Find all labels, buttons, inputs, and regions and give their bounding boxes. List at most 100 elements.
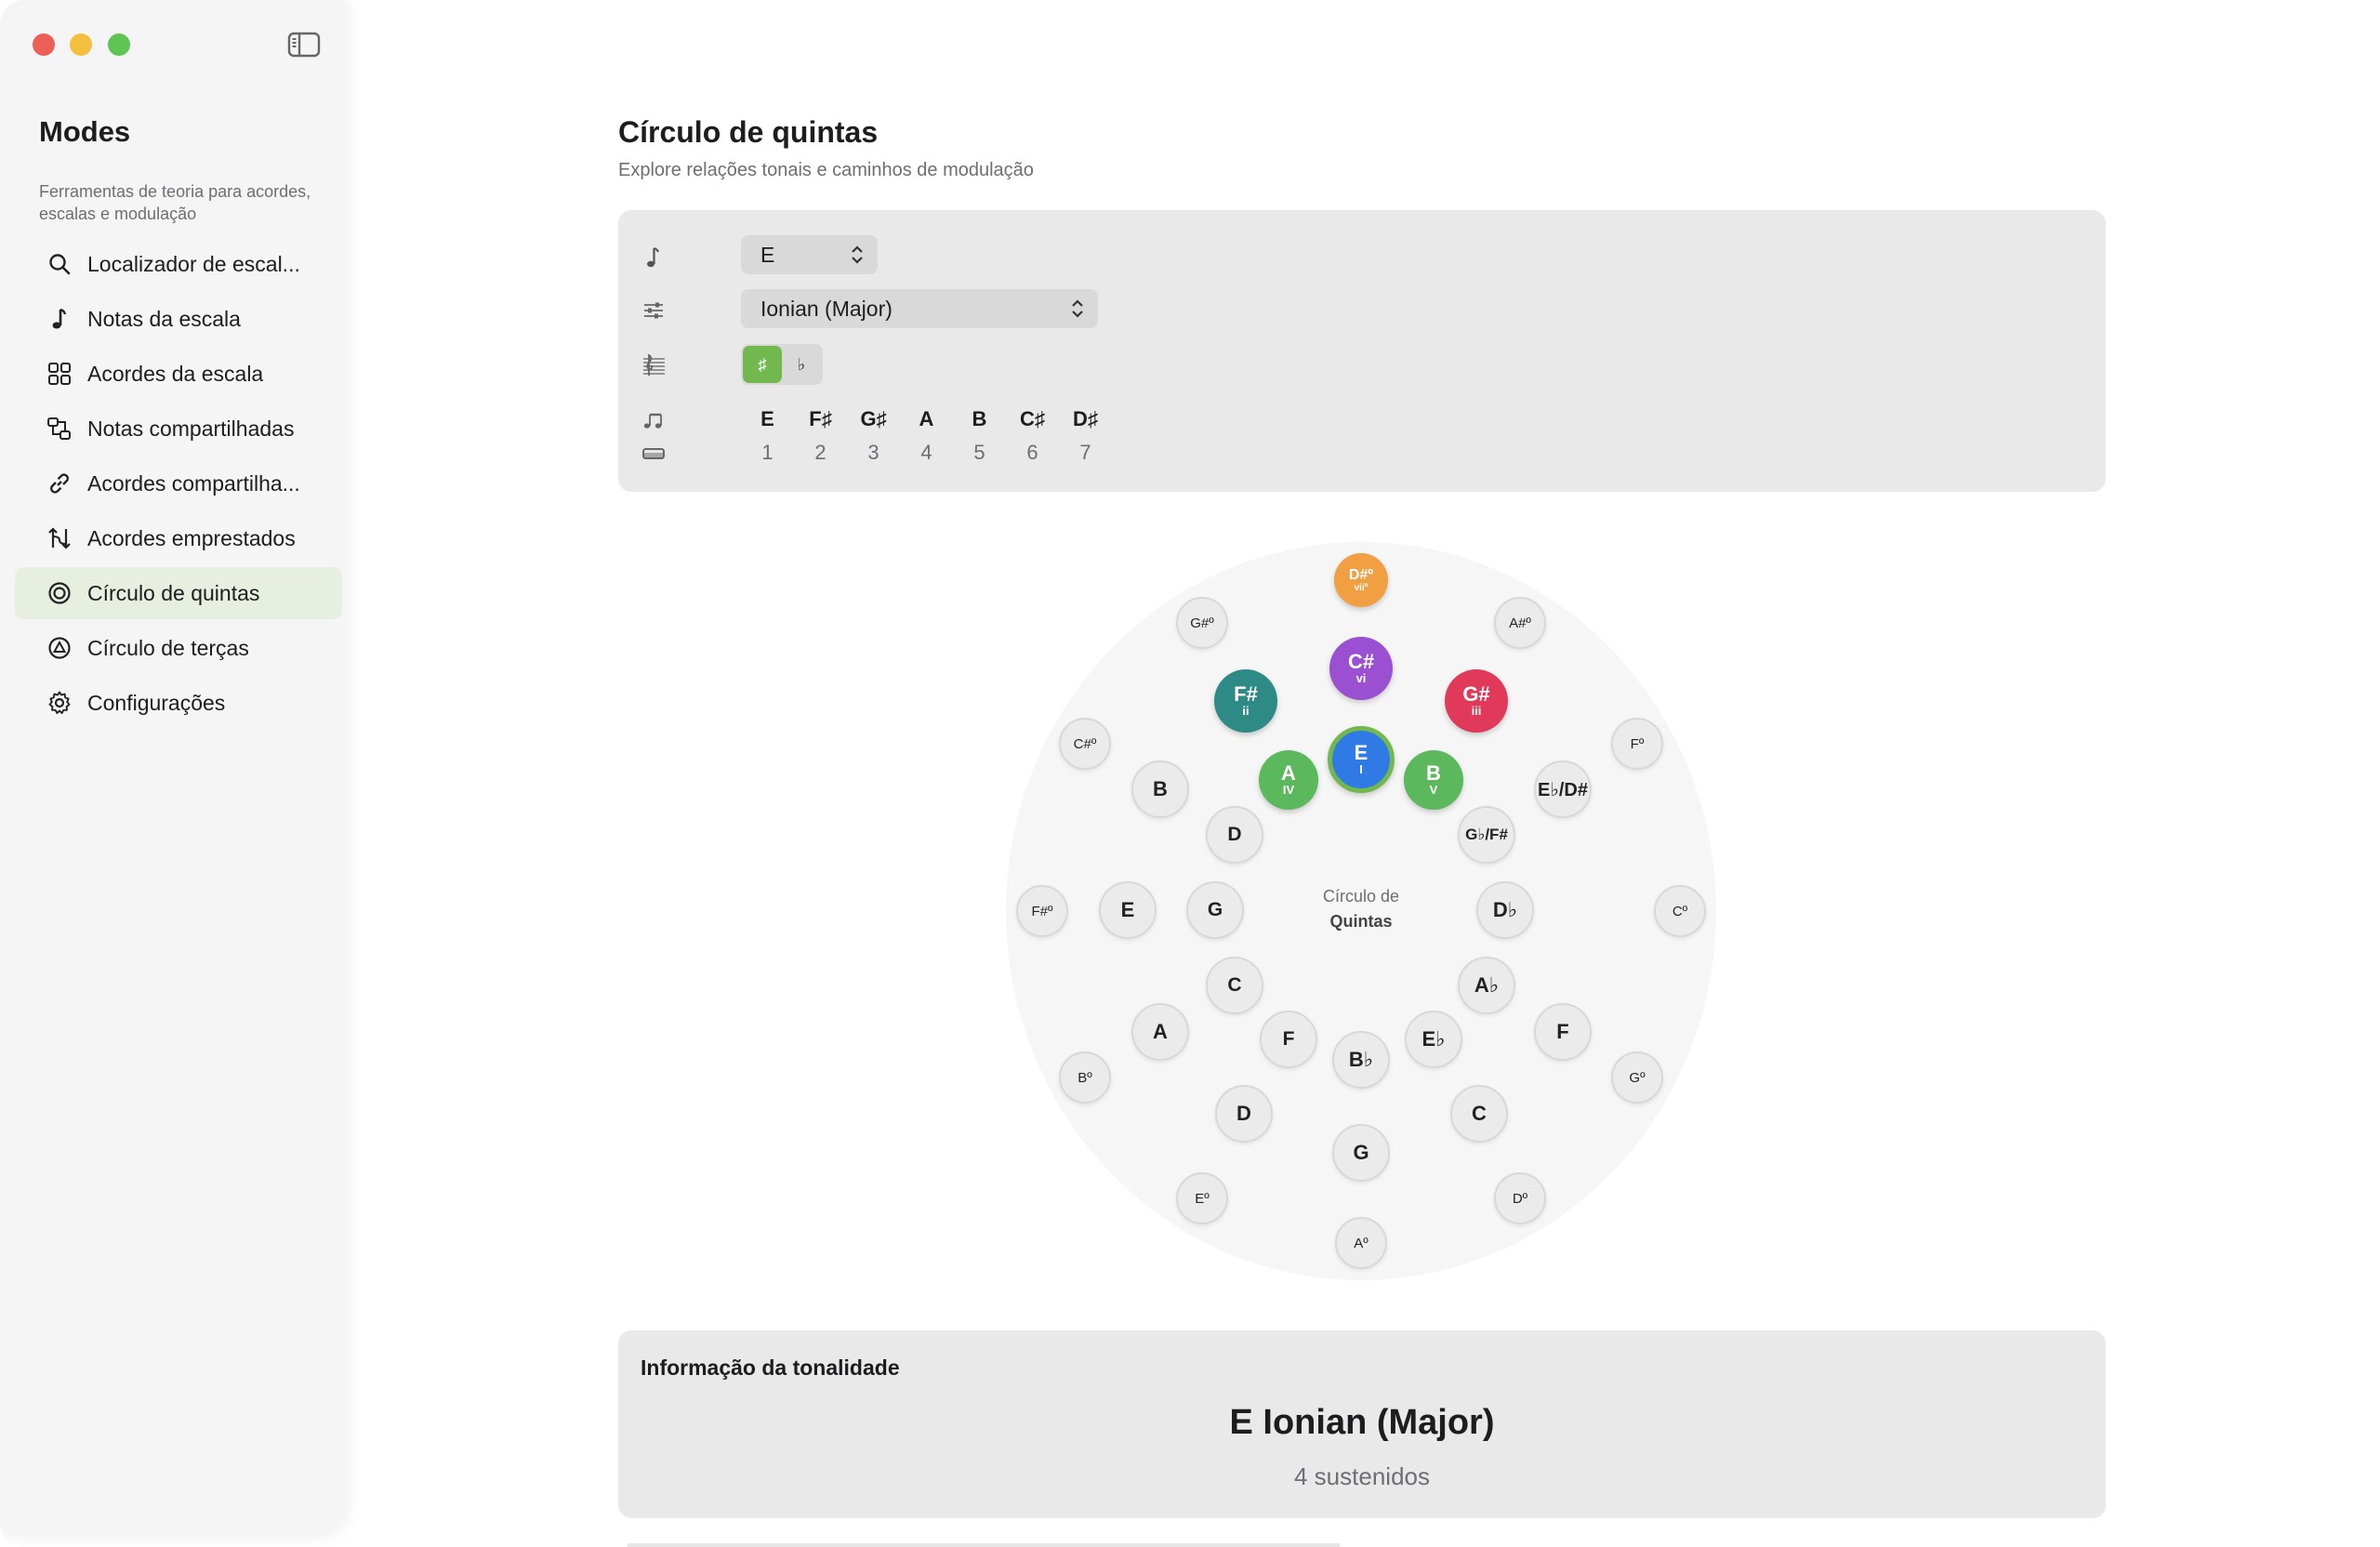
sidebar-nav: Localizador de escal... Notas da escala … [15,238,342,732]
chord-degree: vi [1355,671,1367,685]
flat-button[interactable]: ♭ [782,346,821,383]
sidebar-item-shared-chords[interactable]: Acordes compartilha... [15,457,342,509]
mode-select[interactable]: Ionian (Major) [741,289,1098,328]
sidebar-item-label: Localizador de escal... [87,251,300,276]
sidebar-item-label: Círculo de terças [87,635,249,660]
key-diminished[interactable]: Aº [1335,1217,1387,1269]
controls-panel: E Ionian (Major) ♯ ♭ E1 F♯ 2 G♯ 3 A4 B5 C♯… [618,210,2106,492]
app-description: Ferramentas de teoria para acordes, esca… [39,182,311,223]
sidebar-item-circle-of-fifths[interactable]: Círculo de quintas [15,567,342,619]
key-major[interactable]: E♭ [1405,1011,1462,1068]
key-chord-V[interactable]: BV [1404,750,1463,810]
page-title: Círculo de quintas [618,115,879,149]
key-major[interactable]: D [1215,1085,1273,1143]
note-degree: 6 [1026,441,1038,464]
key-major[interactable]: A [1131,1003,1189,1061]
note-column: E1 [741,407,794,465]
staff-icon [641,351,667,377]
key-chord-ii[interactable]: F# ii [1214,669,1277,733]
key-major[interactable]: B [1131,760,1189,818]
sidebar-item-scale-notes[interactable]: Notas da escala [15,293,342,345]
key-diminished[interactable]: Fº [1611,718,1663,770]
chord-degree: IV [1282,783,1295,797]
page-subtitle: Explore relações tonais e caminhos de mo… [618,160,1034,180]
sidebar-item-label: Configurações [87,690,226,715]
note-name: D♯ [1073,407,1098,430]
sidebar-item-label: Notas da escala [87,306,241,331]
ruler-icon [641,441,667,467]
app-window: Modes Ferramentas de teoria para acordes… [0,0,2380,1547]
key-minor[interactable]: D [1206,806,1263,864]
close-window-button[interactable] [33,33,55,56]
sidebar-item-label: Acordes compartilha... [87,470,300,496]
key-chord-IV[interactable]: A IV [1259,750,1318,810]
borrowed-chords-icon [46,525,73,551]
key-diminished[interactable]: Bº [1059,1051,1111,1104]
note-column: F♯ 2 [794,407,847,465]
key-major[interactable]: G♭/F# [1458,806,1515,864]
key-major[interactable]: E [1099,881,1157,939]
zoom-window-button[interactable] [108,33,130,56]
chord-name: A [1281,761,1296,785]
note-degree: 3 [867,441,879,464]
key-minor[interactable]: G [1186,881,1244,939]
chord-name: C# [1347,650,1375,673]
key-major[interactable]: B♭ [1332,1031,1390,1089]
mode-select-value: Ionian (Major) [760,296,892,321]
key-diminished[interactable]: Cº [1654,885,1706,937]
chord-name: G# [1462,682,1490,706]
key-diminished[interactable]: Dº [1494,1172,1546,1224]
music-note-icon [641,244,667,270]
key-minor[interactable]: C [1206,957,1263,1014]
sidebar-item-shared-notes[interactable]: Notas compartilhadas [15,403,342,455]
note-degree: 5 [973,441,985,464]
key-diminished[interactable]: Eº [1176,1172,1228,1224]
notes-icon [641,407,667,433]
key-chord-iii[interactable]: G# iii [1445,669,1508,733]
key-major[interactable]: A♭ [1458,957,1515,1014]
key-diminished[interactable]: C#º [1059,718,1111,770]
key-chord-I-tonic[interactable]: EI [1328,726,1395,793]
link-icon [46,470,73,496]
chord-degree: I [1359,762,1363,776]
divider [628,1543,1340,1547]
key-major[interactable]: C [1450,1085,1508,1143]
note-name: G♯ [860,407,887,430]
sidebar-item-label: Círculo de quintas [87,580,260,605]
key-diminished[interactable]: Gº [1611,1051,1663,1104]
chord-name: E [1354,741,1368,764]
chord-degree: iii [1471,704,1482,718]
key-chord-vii[interactable]: D#º viiº [1334,553,1388,607]
chevron-updown-icon [1070,298,1085,319]
key-major[interactable]: D♭ [1476,881,1534,939]
sidebar-item-scale-chords[interactable]: Acordes da escala [15,348,342,400]
circle-of-fifths: Círculo de Quintas D#º viiº C# vi F# ii G# i… [1006,542,1716,1280]
sharp-button[interactable]: ♯ [743,346,782,383]
key-major[interactable]: F [1534,1003,1592,1061]
key-select[interactable]: E [741,235,878,274]
key-major[interactable]: G [1332,1124,1390,1182]
note-name: A [919,407,934,430]
note-column: D♯ 7 [1059,407,1112,465]
note-column: G♯ 3 [847,407,900,465]
sidebar-item-scale-finder[interactable]: Localizador de escal... [15,238,342,290]
grid-icon [46,361,73,387]
key-chord-vi[interactable]: C# vi [1329,637,1393,700]
minimize-window-button[interactable] [70,33,92,56]
key-info-panel: Informação da tonalidade E Ionian (Major… [618,1330,2106,1518]
chord-degree: viiº [1354,582,1368,593]
sidebar-toggle-icon[interactable] [287,31,321,59]
key-info-accidentals: 4 sustenidos [1294,1462,1430,1490]
sliders-icon [641,298,667,324]
sidebar-item-borrowed-chords[interactable]: Acordes emprestados [15,512,342,564]
key-major[interactable]: E♭/D# [1534,760,1592,818]
key-diminished[interactable]: A#º [1494,597,1546,649]
key-select-value: E [760,242,775,267]
note-column: A4 [900,407,953,465]
chord-name: B [1426,761,1441,785]
key-diminished[interactable]: F#º [1016,885,1068,937]
sidebar-item-settings[interactable]: Configurações [15,677,342,729]
key-diminished[interactable]: G#º [1176,597,1228,649]
key-minor[interactable]: F [1260,1011,1317,1068]
sidebar-item-circle-of-thirds[interactable]: Círculo de terças [15,622,342,674]
